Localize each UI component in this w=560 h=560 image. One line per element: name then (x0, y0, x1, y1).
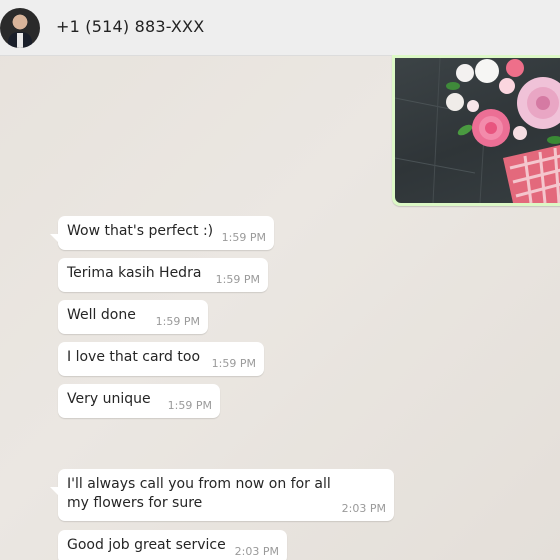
message-time: 2:03 PM (341, 502, 386, 515)
message-text: I'll always call you from now on for all… (67, 476, 331, 511)
message-text: Terima kasih Hedra (67, 265, 202, 281)
incoming-message[interactable]: I'll always call you from now on for all… (50, 469, 394, 521)
message-time: 1:59 PM (167, 399, 212, 412)
outgoing-photo-message[interactable] (392, 55, 560, 206)
message-text: Good job great service (67, 537, 226, 553)
message-time: 1:59 PM (211, 357, 256, 370)
incoming-message[interactable]: Well done 1:59 PM (58, 300, 208, 334)
incoming-message[interactable]: Wow that's perfect :) 1:59 PM (50, 216, 274, 250)
avatar-shirt-shape (17, 33, 23, 48)
incoming-message[interactable]: Good job great service 2:03 PM (58, 530, 287, 560)
incoming-message[interactable]: Terima kasih Hedra 1:59 PM (58, 258, 268, 292)
message-time: 1:59 PM (155, 315, 200, 328)
chat-header: +1 (514) 883-XXX (0, 0, 560, 56)
message-text: Well done (67, 307, 136, 323)
message-text: Very unique (67, 391, 151, 407)
message-time: 1:59 PM (215, 273, 260, 286)
message-time: 1:59 PM (221, 231, 266, 244)
message-text: Wow that's perfect :) (67, 223, 214, 239)
message-time: 2:03 PM (234, 545, 279, 558)
incoming-message[interactable]: I love that card too 1:59 PM (58, 342, 264, 376)
message-text: I love that card too (67, 349, 201, 365)
flower-photo[interactable] (395, 58, 560, 203)
incoming-message[interactable]: Very unique 1:59 PM (58, 384, 220, 418)
flower-bouquet-image (395, 58, 560, 203)
contact-name[interactable]: +1 (514) 883-XXX (56, 17, 204, 36)
avatar[interactable] (0, 8, 40, 48)
